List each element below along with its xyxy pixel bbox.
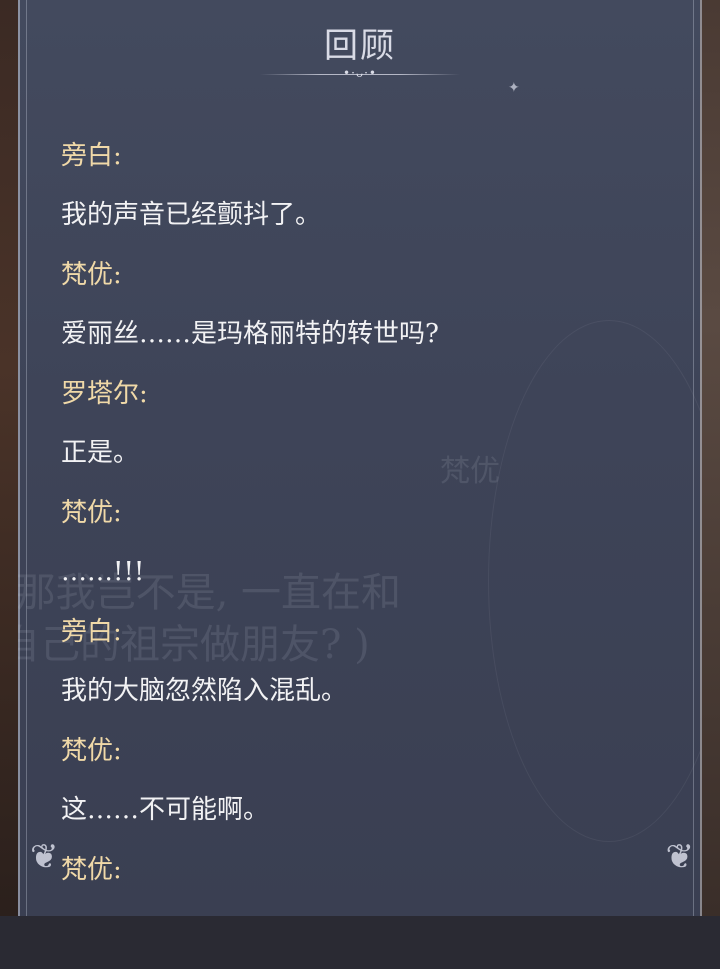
log-entry: 旁白: 我的大脑忽然陷入混乱。 [61,612,680,731]
page-title: 回顾 [324,26,396,66]
speaker-name: 罗塔尔: [61,379,148,409]
dialogue-text: 爱丽丝……是玛格丽特的转世吗? [61,319,439,349]
speaker-name: 旁白: [61,617,122,647]
speaker-name: 旁白: [61,141,122,171]
background-left-edge [0,0,18,916]
title-ornament-icon: •·ᴗ·• [342,66,377,80]
sparkle-icon: ✦ [508,80,520,96]
dialogue-text: 我的大脑忽然陷入混乱。 [61,676,348,706]
speaker-name: 梵优: [61,736,122,766]
log-entry: 梵优: [61,850,680,969]
log-entry: 罗塔尔: 正是。 [61,374,680,493]
corner-flourish-icon: ❦ [30,837,59,877]
background-right-edge [700,0,720,916]
frame-border-left [18,0,20,916]
dialogue-text: 正是。 [61,438,140,468]
speaker-name: 梵优: [61,498,122,528]
speaker-name: 梵优: [61,855,122,885]
log-entry: 梵优: 这……不可能啊。 [61,731,680,850]
dialogue-text: 我的声音已经颤抖了。 [61,200,322,230]
dialogue-text [61,909,680,969]
frame-border-right-inner [693,0,694,916]
log-entry: 梵优: 爱丽丝……是玛格丽特的转世吗? [61,255,680,374]
speaker-name: 梵优: [61,260,122,290]
dialogue-log[interactable]: 旁白: 我的声音已经颤抖了。 梵优: 爱丽丝……是玛格丽特的转世吗? 罗塔尔: … [61,136,680,969]
log-entry: 旁白: 我的声音已经颤抖了。 [61,136,680,255]
dialogue-text: ……!!! [61,557,145,587]
log-entry: 梵优: ……!!! [61,493,680,612]
dialogue-text: 这……不可能啊。 [61,795,270,825]
frame-border-left-inner [26,0,27,916]
corner-flourish-icon: ❦ [665,837,695,877]
frame-border-right [700,0,702,916]
